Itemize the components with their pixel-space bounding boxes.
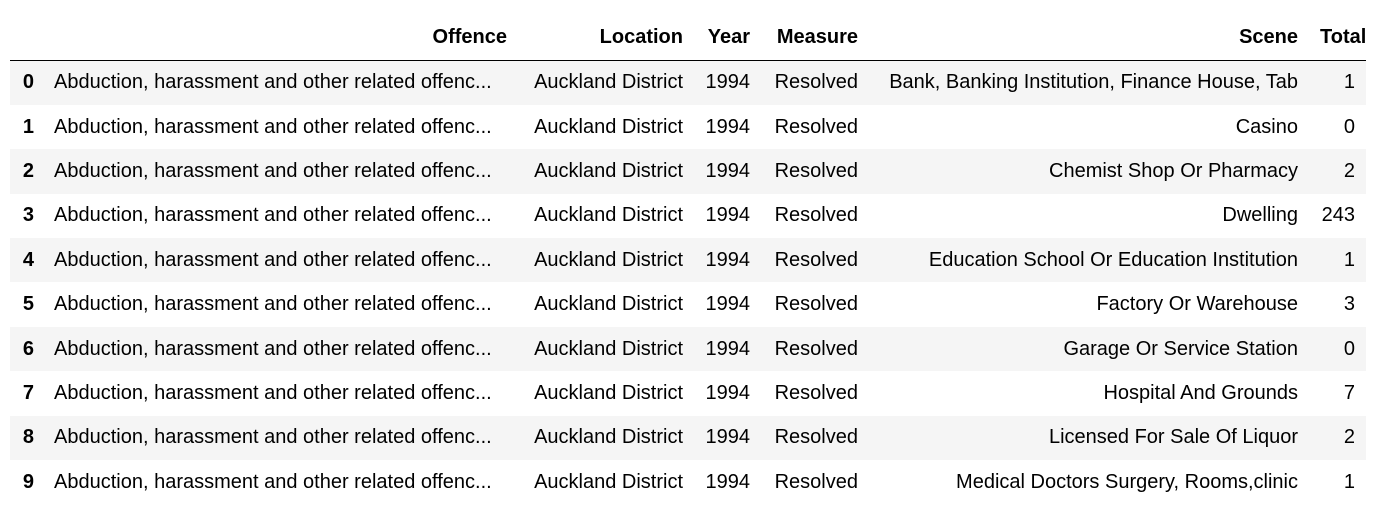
cell-location: Auckland District [534,204,683,227]
header-row: Offence Location Year Measure Scene Tota… [10,15,1366,61]
cell-measure: Resolved [774,159,858,182]
cell-year: 1994 [705,204,751,227]
cell-offence: Abduction, harassment and other related … [54,71,492,94]
cell-measure: Resolved [774,71,858,94]
cell-location: Auckland District [534,470,683,493]
dataframe-output: Offence Location Year Measure Scene Tota… [10,15,1366,505]
cell-scene: Garage Or Service Station [1063,337,1298,360]
cell-year: 1994 [705,337,751,360]
table-row: 4 Abduction, harassment and other related… [10,238,1366,283]
cell-offence: Abduction, harassment and other related … [54,159,492,182]
cell-measure: Resolved [774,337,858,360]
cell-location: Auckland District [534,248,683,271]
cell-measure: Resolved [774,115,858,138]
cell-total: 7 [1343,381,1355,404]
cell-total: 3 [1343,293,1355,316]
table-row: 2 Abduction, harassment and other related… [10,149,1366,194]
column-header-total: Total [1309,15,1366,61]
table-row: 3 Abduction, harassment and other related… [10,193,1366,239]
table-header: Offence Location Year Measure Scene Tota… [10,15,1366,61]
dataframe-table: Offence Location Year Measure Scene Tota… [10,15,1366,505]
table-row: 5 Abduction, harassment and other related… [10,282,1366,327]
cell-location: Auckland District [534,426,683,449]
table-row: 7 Abduction, harassment and other related… [10,371,1366,416]
cell-offence: Abduction, harassment and other related … [54,248,492,271]
cell-year: 1994 [705,381,751,404]
row-index: 4 [22,248,34,271]
row-index: 2 [22,159,34,182]
cell-scene: Medical Doctors Surgery, Rooms,clinic [956,470,1298,493]
cell-measure: Resolved [774,426,858,449]
column-header-offence: Offence [44,15,518,61]
cell-scene: Chemist Shop Or Pharmacy [1049,159,1298,182]
cell-total: 2 [1343,426,1355,449]
table-row: 6 Abduction, harassment and other related… [10,326,1366,372]
cell-location: Auckland District [534,381,683,404]
cell-scene: Hospital And Grounds [1103,381,1298,404]
cell-measure: Resolved [774,293,858,316]
cell-total: 1 [1343,248,1355,271]
row-index: 7 [22,381,34,404]
cell-total: 2 [1343,159,1355,182]
row-index: 1 [22,115,34,138]
cell-year: 1994 [705,159,751,182]
cell-year: 1994 [705,115,751,138]
cell-year: 1994 [705,293,751,316]
cell-location: Auckland District [534,71,683,94]
cell-offence: Abduction, harassment and other related … [54,115,492,138]
cell-scene: Education School Or Education Institutio… [928,248,1298,271]
row-index: 0 [22,71,34,94]
cell-offence: Abduction, harassment and other related … [54,426,492,449]
cell-total: 1 [1343,71,1355,94]
cell-total: 0 [1343,115,1355,138]
cell-year: 1994 [705,71,751,94]
cell-scene: Bank, Banking Institution, Finance House… [889,71,1298,94]
cell-measure: Resolved [774,470,858,493]
column-header-measure: Measure [761,15,869,61]
cell-year: 1994 [705,470,751,493]
table-body: 0 Abduction, harassment and other related… [10,60,1366,505]
cell-measure: Resolved [774,248,858,271]
cell-total: 243 [1321,204,1355,227]
cell-offence: Abduction, harassment and other related … [54,337,492,360]
cell-total: 0 [1343,337,1355,360]
cell-location: Auckland District [534,337,683,360]
cell-measure: Resolved [774,204,858,227]
cell-offence: Abduction, harassment and other related … [54,470,492,493]
cell-location: Auckland District [534,159,683,182]
row-index: 3 [22,204,34,227]
table-row: 1 Abduction, harassment and other related… [10,104,1366,150]
cell-scene: Licensed For Sale Of Liquor [1048,426,1298,449]
column-header-scene: Scene [869,15,1309,61]
cell-offence: Abduction, harassment and other related … [54,204,492,227]
cell-location: Auckland District [534,293,683,316]
row-index: 6 [22,337,34,360]
cell-scene: Factory Or Warehouse [1096,293,1298,316]
cell-offence: Abduction, harassment and other related … [54,381,492,404]
cell-measure: Resolved [774,381,858,404]
cell-offence: Abduction, harassment and other related … [54,293,492,316]
row-index: 5 [22,293,34,316]
table-row: 9 Abduction, harassment and other related… [10,460,1366,505]
cell-scene: Dwelling [1222,204,1298,227]
table-row: 0 Abduction, harassment and other related… [10,60,1366,105]
table-row: 8 Abduction, harassment and other related… [10,415,1366,461]
column-header-year: Year [694,15,761,61]
cell-total: 1 [1343,470,1355,493]
cell-year: 1994 [705,426,751,449]
cell-year: 1994 [705,248,751,271]
index-header [10,15,44,61]
column-header-location: Location [518,15,694,61]
cell-location: Auckland District [534,115,683,138]
row-index: 9 [22,470,34,493]
cell-scene: Casino [1235,115,1298,138]
row-index: 8 [22,426,34,449]
